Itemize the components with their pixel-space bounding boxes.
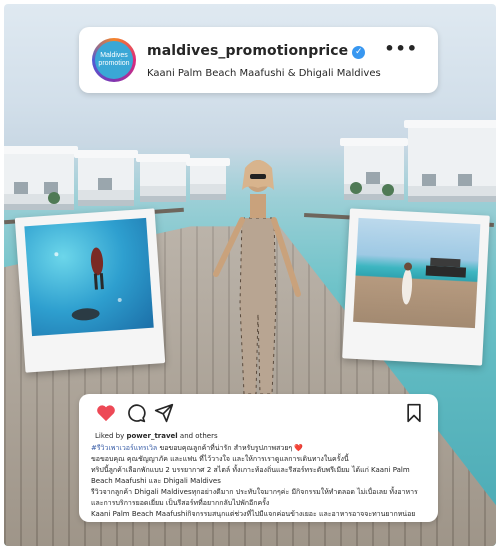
villa bbox=[404, 120, 496, 202]
caption-line-1: #รีวิวเพาเวอร์แทรเวิล ขอขอบคุณลูกค้าที่น… bbox=[91, 443, 429, 454]
bookmark-icon[interactable] bbox=[403, 402, 425, 424]
caption-line-2: ขอขอบคุณ คุณชัญญาภัค และแฟน ที่ไว้วางใจ … bbox=[91, 455, 349, 463]
jetty-photo bbox=[353, 217, 481, 329]
plant bbox=[48, 192, 60, 204]
polaroid-snorkeling-photo bbox=[14, 208, 166, 373]
caption-line-1-text: ขอขอบคุณลูกค้าที่น่ารัก สำหรับรูปภาพสวยๆ… bbox=[157, 444, 304, 452]
snorkeling-photo bbox=[24, 217, 154, 337]
caption-line-3: ทริปนี้ลูกค้าเลือกพักแบบ 2 บรรยากาศ 2 สไ… bbox=[91, 466, 410, 485]
username[interactable]: maldives_promotionprice ✓ bbox=[147, 43, 366, 59]
caption-line-4: รีวิวจากลูกค้า Dhigali Maldivesทุกอย่างด… bbox=[91, 488, 418, 507]
verified-icon: ✓ bbox=[352, 46, 366, 59]
heart-icon[interactable] bbox=[95, 402, 117, 424]
post-footer-card: Liked by power_travel and others #รีวิวเ… bbox=[79, 394, 438, 522]
send-icon[interactable] bbox=[153, 402, 175, 424]
liked-by-text: Liked by power_travel and others bbox=[95, 432, 218, 440]
post-caption: #รีวิวเพาเวอร์แทรเวิล ขอขอบคุณลูกค้าที่น… bbox=[91, 443, 429, 520]
villa bbox=[136, 154, 190, 202]
villa bbox=[4, 146, 78, 210]
liked-prefix: Liked by bbox=[95, 432, 125, 440]
promo-graphic: Maldives promotion maldives_promotionpri… bbox=[0, 0, 500, 550]
woman-figure bbox=[213, 160, 301, 395]
comment-icon[interactable] bbox=[125, 402, 147, 424]
polaroid-jetty-photo bbox=[342, 208, 490, 366]
avatar[interactable]: Maldives promotion bbox=[92, 38, 136, 82]
post-actions bbox=[95, 402, 425, 424]
liked-user[interactable]: power_travel bbox=[126, 432, 177, 440]
more-icon[interactable]: ••• bbox=[384, 39, 418, 58]
avatar-logo-text: Maldives promotion bbox=[95, 41, 133, 79]
liked-suffix: and others bbox=[179, 432, 218, 440]
username-text[interactable]: maldives_promotionprice bbox=[147, 43, 348, 59]
plant bbox=[350, 182, 362, 194]
villa bbox=[74, 150, 138, 206]
location-label[interactable]: Kaani Palm Beach Maafushi & Dhigali Mald… bbox=[147, 68, 381, 79]
hashtag-link[interactable]: #รีวิวเพาเวอร์แทรเวิล bbox=[91, 444, 157, 452]
post-header-card: Maldives promotion maldives_promotionpri… bbox=[79, 27, 438, 93]
plant bbox=[382, 184, 394, 196]
caption-line-5: Kaani Palm Beach Maafushiกิจกรรมสนุกแต่ช… bbox=[91, 510, 416, 518]
